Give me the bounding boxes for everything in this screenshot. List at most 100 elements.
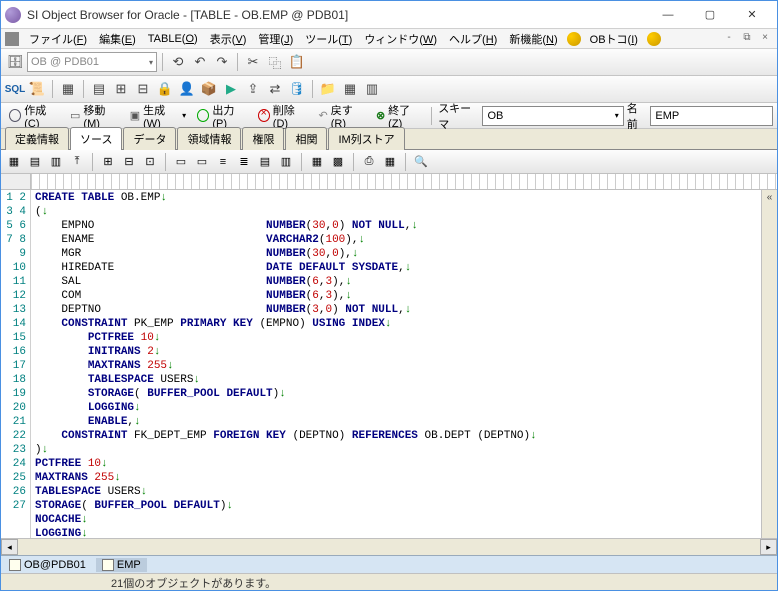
- line-gutter: 1 2 3 4 5 6 7 8 9 10 11 12 13 14 15 16 1…: [1, 190, 31, 538]
- window-button[interactable]: ▥: [362, 79, 382, 99]
- et-btn-16[interactable]: ⎙: [360, 153, 378, 171]
- et-btn-12[interactable]: ▤: [256, 153, 274, 171]
- bottom-tab-conn[interactable]: OB@PDB01: [3, 558, 92, 572]
- status-text: 21個のオブジェクトがあります。: [111, 578, 276, 590]
- name-label: 名前: [627, 100, 648, 132]
- tab-priv[interactable]: 権限: [242, 127, 284, 150]
- grid-button[interactable]: ▦: [340, 79, 360, 99]
- editor: 1 2 3 4 5 6 7 8 9 10 11 12 13 14 15 16 1…: [1, 190, 777, 538]
- package-button[interactable]: 📦: [199, 79, 219, 99]
- seq-button[interactable]: ⊞: [111, 79, 131, 99]
- titlebar: SI Object Browser for Oracle - [TABLE - …: [1, 1, 777, 29]
- redo-button[interactable]: ↷: [212, 52, 232, 72]
- et-btn-15[interactable]: ▩: [329, 153, 347, 171]
- menu-table[interactable]: TABLE(O): [142, 31, 204, 47]
- et-btn-2[interactable]: ▤: [26, 153, 44, 171]
- scroll-right-button[interactable]: ▸: [760, 539, 777, 555]
- chevron-down-icon: ▾: [149, 58, 153, 67]
- window-controls: — ▢ ✕: [647, 2, 773, 28]
- chevron-down-icon: ▾: [615, 111, 619, 120]
- tab-defs[interactable]: 定義情報: [5, 127, 69, 150]
- et-btn-4[interactable]: ⤒: [68, 153, 86, 171]
- menu-obtoko[interactable]: OBトコ(I): [584, 29, 644, 49]
- user-button[interactable]: 👤: [177, 79, 197, 99]
- ruler: [1, 174, 777, 190]
- menu-help[interactable]: ヘルプ(H): [443, 29, 503, 49]
- et-btn-18[interactable]: 🔍: [412, 153, 430, 171]
- tabs-row: 定義情報 ソース データ 領域情報 権限 相関 IM列ストア: [1, 129, 777, 150]
- schema-label: スキーマ: [438, 100, 479, 132]
- mdi-minimize-button[interactable]: -: [721, 32, 737, 46]
- ruler-corner: [1, 174, 31, 189]
- et-btn-9[interactable]: ▭: [193, 153, 211, 171]
- tab-im[interactable]: IM列ストア: [328, 127, 404, 150]
- h-scrollbar[interactable]: ◂ ▸: [1, 538, 777, 555]
- sql-button[interactable]: SQL: [5, 79, 25, 99]
- close-button[interactable]: ✕: [731, 2, 773, 28]
- menu-file[interactable]: ファイル(F): [23, 29, 93, 49]
- menu-manage[interactable]: 管理(J): [252, 29, 299, 49]
- mdi-doc-icon: [5, 32, 19, 46]
- bottom-tab-obj[interactable]: EMP: [96, 558, 147, 572]
- et-btn-5[interactable]: ⊞: [99, 153, 117, 171]
- scroll-track[interactable]: [18, 539, 760, 555]
- schema-value: OB: [487, 110, 503, 122]
- menu-edit[interactable]: 編集(E): [93, 29, 142, 49]
- lock-button[interactable]: 🔒: [155, 79, 175, 99]
- action-row: 作成(C) ▭移動(M) ▣生成(W) ▾ 出力(P) ×削除(D) ↶戻す(R…: [1, 103, 777, 129]
- tab-area[interactable]: 領域情報: [177, 127, 241, 150]
- mdi-restore-button[interactable]: ⧉: [739, 32, 755, 46]
- window-title: SI Object Browser for Oracle - [TABLE - …: [27, 8, 647, 22]
- et-btn-3[interactable]: ▥: [47, 153, 65, 171]
- collapse-button[interactable]: «: [767, 192, 773, 203]
- et-btn-6[interactable]: ⊟: [120, 153, 138, 171]
- tab-data[interactable]: データ: [123, 127, 176, 150]
- export-button[interactable]: ⇪: [243, 79, 263, 99]
- et-btn-13[interactable]: ▥: [277, 153, 295, 171]
- db-button[interactable]: 🛢: [287, 79, 307, 99]
- et-btn-10[interactable]: ≡: [214, 153, 232, 171]
- paste-button[interactable]: 📋: [287, 52, 307, 72]
- et-btn-7[interactable]: ⊡: [141, 153, 159, 171]
- tab-source[interactable]: ソース: [70, 127, 122, 150]
- et-btn-14[interactable]: ▦: [308, 153, 326, 171]
- et-btn-17[interactable]: ▦: [381, 153, 399, 171]
- run-button[interactable]: ▶: [221, 79, 241, 99]
- menu-tool[interactable]: ツール(T): [299, 29, 358, 49]
- schema-select[interactable]: OB ▾: [482, 106, 623, 126]
- et-btn-8[interactable]: ▭: [172, 153, 190, 171]
- undo-button[interactable]: ↶: [190, 52, 210, 72]
- mdi-close-button[interactable]: ×: [757, 32, 773, 46]
- tab-rel[interactable]: 相関: [285, 127, 327, 150]
- script-button[interactable]: 📜: [27, 79, 47, 99]
- menu-newfeat[interactable]: 新機能(N): [503, 29, 563, 49]
- name-input[interactable]: EMP: [650, 106, 773, 126]
- ob-icon-2: [647, 32, 661, 46]
- editor-toolbar: ▦ ▤ ▥ ⤒ ⊞ ⊟ ⊡ ▭ ▭ ≡ ≣ ▤ ▥ ▦ ▩ ⎙ ▦ 🔍: [1, 150, 777, 174]
- collapse-bar: «: [761, 190, 777, 538]
- cut-button[interactable]: ✂: [243, 52, 263, 72]
- menu-window[interactable]: ウィンドウ(W): [358, 29, 443, 49]
- connection-icon[interactable]: 🗄: [5, 52, 25, 72]
- ob-icon: [567, 32, 581, 46]
- refresh-button[interactable]: ⟲: [168, 52, 188, 72]
- name-value: EMP: [655, 110, 679, 122]
- code-area[interactable]: CREATE TABLE OB.EMP↓ (↓ EMPNO NUMBER(30,…: [31, 190, 761, 538]
- ruler-h: [31, 174, 777, 189]
- menu-view[interactable]: 表示(V): [204, 29, 253, 49]
- maximize-button[interactable]: ▢: [689, 2, 731, 28]
- view-button[interactable]: ▤: [89, 79, 109, 99]
- db-icon: [9, 559, 21, 571]
- compare-button[interactable]: ⇄: [265, 79, 285, 99]
- table-button[interactable]: ▦: [58, 79, 78, 99]
- et-btn-11[interactable]: ≣: [235, 153, 253, 171]
- connection-combo[interactable]: OB @ PDB01 ▾: [27, 52, 157, 72]
- toolbar-main: 🗄 OB @ PDB01 ▾ ⟲ ↶ ↷ ✂ ⿻ 📋: [1, 49, 777, 76]
- et-btn-1[interactable]: ▦: [5, 153, 23, 171]
- bottom-tabs: OB@PDB01 EMP: [1, 555, 777, 573]
- copy-button[interactable]: ⿻: [265, 52, 285, 72]
- scroll-left-button[interactable]: ◂: [1, 539, 18, 555]
- minimize-button[interactable]: —: [647, 2, 689, 28]
- folder-button[interactable]: 📁: [318, 79, 338, 99]
- index-button[interactable]: ⊟: [133, 79, 153, 99]
